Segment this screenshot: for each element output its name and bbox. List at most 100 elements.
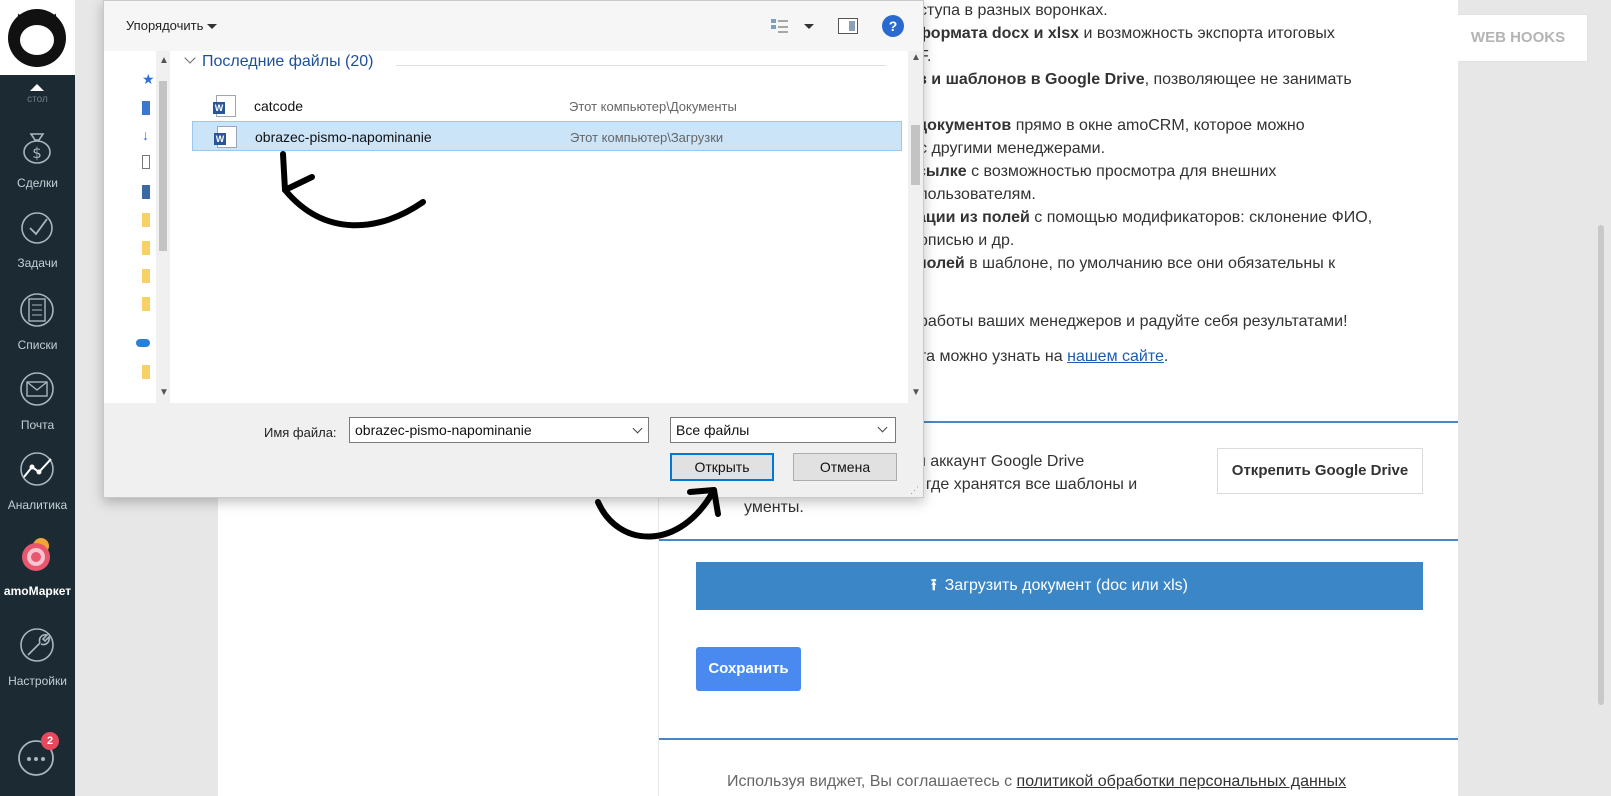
sidebar-item-label: Задачи (17, 256, 58, 270)
desc-line: работы ваших менеджеров и радуйте себя р… (919, 313, 1348, 330)
resize-grip-icon[interactable]: ⋰ (910, 485, 919, 496)
sidebar-item-label: Аналитика (7, 498, 68, 512)
desc-line: с другими менеджерами. (919, 140, 1106, 157)
checkmark-icon (18, 208, 56, 246)
file-list-scrollbar[interactable]: ▲ ▼ (908, 51, 923, 403)
privacy-policy-link[interactable]: политикой обработки персональных данных (1017, 773, 1347, 790)
desc-line: в и шаблонов в Google Drive, позволяющее… (917, 71, 1352, 88)
list-icon (18, 290, 56, 328)
scroll-thumb[interactable] (159, 81, 167, 251)
folder-icon[interactable] (142, 213, 150, 227)
cancel-button[interactable]: Отмена (793, 453, 897, 481)
left-sidebar: стол $ Сделки Задачи Списки Почта Аналит… (0, 0, 75, 796)
onedrive-icon[interactable] (136, 339, 150, 347)
money-bag-icon: $ (18, 128, 56, 166)
file-list: Последние файлы (20) catcode Этот компью… (170, 51, 908, 403)
desc-line: формата docx и xlsx и возможность экспор… (917, 25, 1335, 42)
wrench-icon (18, 626, 56, 664)
chevron-down-icon (207, 24, 218, 30)
organize-menu[interactable]: Упорядочить (126, 18, 218, 33)
webhooks-button[interactable]: WEB HOOKS (1448, 14, 1588, 62)
unpin-google-drive-button[interactable]: Открепить Google Drive (1217, 448, 1423, 494)
group-divider (396, 65, 886, 66)
file-row-catcode[interactable]: catcode Этот компьютер\Документы (192, 91, 902, 121)
scroll-down-icon[interactable]: ▼ (159, 387, 169, 398)
navigation-pane: ★ ↓ ▲ ▼ (104, 51, 170, 403)
desc-line: полей в шаблоне, по умолчанию все они об… (917, 255, 1336, 272)
sidebar-item-mail[interactable]: Почта (0, 370, 75, 450)
upload-label: Загрузить документ (doc или xls) (944, 577, 1188, 594)
sidebar-item-label: Настройки (8, 674, 67, 688)
pictures-icon[interactable] (142, 185, 150, 199)
word-document-icon (214, 126, 237, 148)
sidebar-item-lists[interactable]: Списки (0, 290, 75, 370)
dialog-toolbar: Упорядочить ? (104, 1, 923, 51)
logo-area[interactable] (0, 0, 75, 75)
sidebar-item-label: Сделки (17, 176, 58, 190)
sidebar-item-label: Списки (17, 338, 58, 352)
save-button[interactable]: Сохранить (696, 647, 801, 691)
site-line: та можно узнать на нашем сайте. (919, 348, 1169, 365)
desktop-icon[interactable] (142, 101, 150, 115)
desc-line: ации из полей с помощью модификаторов: с… (917, 209, 1373, 226)
folder-icon[interactable] (142, 365, 150, 379)
desc-line: ступа в разных воронках. (919, 2, 1108, 19)
file-location: Этот компьютер\Документы (569, 99, 737, 114)
filename-label: Имя файла: (264, 425, 337, 440)
chart-line-icon (18, 450, 56, 488)
help-button[interactable]: ? (882, 15, 904, 37)
settings-modal-left-area (218, 486, 658, 796)
amocrm-logo-icon (8, 9, 66, 67)
file-location: Этот компьютер\Загрузки (570, 130, 724, 145)
upload-document-button[interactable]: ⭱ Загрузить документ (doc или xls) (696, 562, 1423, 610)
market-icon (18, 536, 56, 574)
sidebar-item-analytics[interactable]: Аналитика (0, 450, 75, 530)
sidebar-item-amomarket[interactable]: amoМаркет (0, 536, 75, 616)
preview-pane-icon[interactable] (838, 18, 858, 34)
desc-line: пользователям. (919, 186, 1036, 203)
svg-text:$: $ (32, 144, 42, 162)
notification-badge: 2 (41, 732, 59, 750)
chat-button[interactable]: 2 (16, 732, 59, 778)
desc-line: документов прямо в окне amoCRM, которое … (917, 117, 1305, 134)
view-dropdown-icon[interactable] (804, 24, 814, 29)
word-document-icon (213, 95, 236, 117)
site-link[interactable]: нашем сайте (1067, 348, 1164, 365)
scroll-up-icon[interactable]: ▲ (911, 52, 921, 63)
section-divider (659, 539, 1458, 541)
section-divider (659, 738, 1458, 740)
chevron-down-icon (877, 422, 888, 433)
open-button[interactable]: Открыть (670, 453, 774, 481)
document-icon[interactable] (142, 155, 150, 169)
file-type-select[interactable]: Все файлы (670, 417, 896, 443)
quick-access-icon[interactable]: ★ (142, 71, 155, 87)
upload-icon: ⭱ (931, 577, 937, 594)
sidebar-item-label: amoМаркет (3, 584, 72, 598)
file-row-obrazec-pismo-napominanie[interactable]: obrazec-pismo-napominanie Этот компьютер… (192, 121, 902, 151)
page-scrollbar[interactable] (1598, 225, 1604, 705)
desc-line: сылке с возможностью просмотра для внешн… (917, 163, 1277, 180)
folder-icon[interactable] (142, 241, 150, 255)
agreement-text: Используя виджет, Вы соглашаетесь с поли… (727, 773, 1347, 790)
scroll-up-icon[interactable]: ▲ (159, 55, 169, 66)
folder-icon[interactable] (142, 297, 150, 311)
desc-line: описью и др. (919, 232, 1015, 249)
file-open-dialog: Упорядочить ? ★ ↓ ▲ ▼ Последние файлы (2… (103, 0, 924, 498)
chevron-down-icon (184, 52, 196, 64)
download-icon[interactable]: ↓ (142, 127, 150, 143)
envelope-icon (18, 370, 56, 408)
recent-files-group-header[interactable]: Последние файлы (20) (182, 52, 373, 71)
scroll-thumb[interactable] (911, 125, 920, 185)
sidebar-item-deals[interactable]: $ Сделки (0, 128, 75, 208)
sidebar-cut-label: стол (27, 94, 48, 105)
file-name: obrazec-pismo-napominanie (255, 129, 432, 145)
scroll-up-icon[interactable] (30, 84, 44, 91)
sidebar-item-tasks[interactable]: Задачи (0, 208, 75, 288)
folder-icon[interactable] (142, 269, 150, 283)
filename-input[interactable] (349, 417, 649, 443)
sidebar-item-settings[interactable]: Настройки (0, 626, 75, 706)
scroll-down-icon[interactable]: ▼ (911, 387, 921, 398)
file-name: catcode (254, 98, 304, 114)
view-options-icon[interactable] (770, 17, 790, 35)
navigation-scrollbar[interactable]: ▲ ▼ (156, 51, 170, 403)
